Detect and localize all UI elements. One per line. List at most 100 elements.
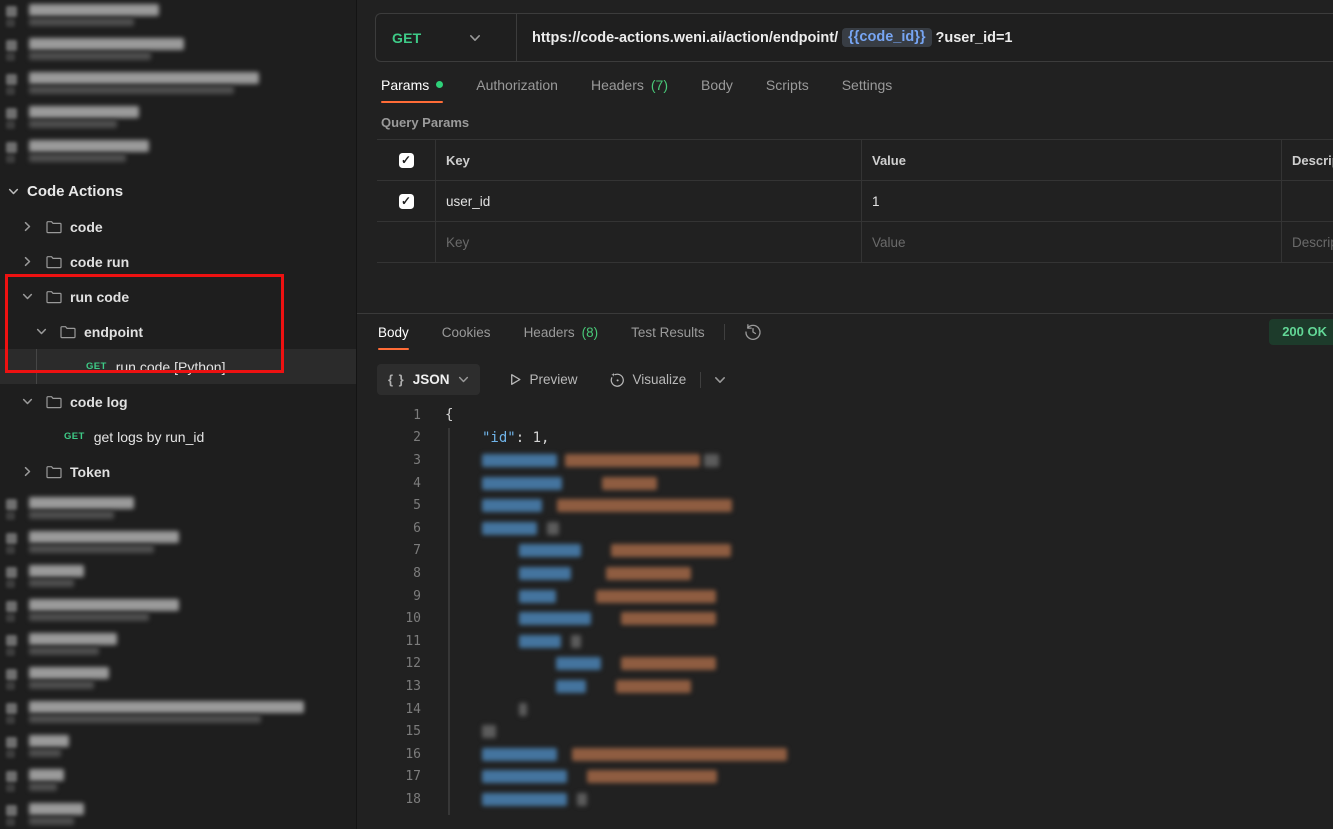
redacted-json-segment	[519, 635, 561, 648]
chevron-down-icon[interactable]	[714, 374, 726, 386]
param-value-cell[interactable]: 1	[861, 181, 1281, 221]
play-icon	[509, 373, 522, 386]
chevron-down-icon[interactable]	[36, 326, 47, 337]
response-json-viewer[interactable]: 1{2"id": 1,3456789101112131415161718	[357, 404, 1333, 815]
column-header-key: Key	[435, 140, 861, 180]
chevron-right-icon[interactable]	[22, 256, 33, 267]
folder-endpoint[interactable]: endpoint	[0, 314, 356, 349]
redacted-json-segment	[482, 454, 557, 467]
tab-response-headers[interactable]: Headers (8)	[524, 314, 599, 350]
redacted-json-segment	[577, 793, 587, 806]
redacted-icon	[6, 108, 17, 119]
folder-icon	[60, 325, 76, 339]
param-description-cell[interactable]	[1281, 181, 1333, 221]
line-number: 3	[357, 453, 421, 468]
new-param-key-input[interactable]	[446, 235, 861, 250]
folder-code[interactable]: code	[0, 209, 356, 244]
response-history-icon[interactable]	[744, 323, 762, 341]
response-json-line: 14	[357, 698, 1333, 721]
tab-authorization[interactable]: Authorization	[476, 66, 558, 103]
format-dropdown[interactable]: { } JSON	[377, 364, 480, 395]
redacted-collection-item[interactable]	[4, 565, 356, 599]
chevron-down-icon	[458, 374, 469, 385]
chevron-down-icon[interactable]	[22, 291, 33, 302]
request-run-code-python[interactable]: GET run code [Python]	[0, 349, 356, 384]
folder-code-run[interactable]: code run	[0, 244, 356, 279]
line-number: 14	[357, 702, 421, 717]
tab-label: Headers	[524, 325, 575, 340]
redacted-collection-item[interactable]	[4, 4, 356, 38]
chevron-down-icon[interactable]	[22, 396, 33, 407]
tab-label: Headers	[591, 77, 644, 93]
redacted-collection-item[interactable]	[4, 531, 356, 565]
folder-label: code run	[70, 254, 129, 270]
tab-label: Test Results	[631, 325, 705, 340]
redacted-collection-item[interactable]	[4, 803, 356, 829]
chevron-down-icon[interactable]	[8, 186, 19, 197]
new-param-value-input[interactable]	[872, 235, 1281, 250]
preview-button[interactable]: Preview	[509, 372, 578, 387]
tab-response-cookies[interactable]: Cookies	[442, 314, 491, 350]
redacted-collection-item[interactable]	[4, 701, 356, 735]
redacted-collection-item[interactable]	[4, 72, 356, 106]
redacted-collection-item[interactable]	[4, 38, 356, 72]
param-key-cell[interactable]: user_id	[435, 181, 861, 221]
response-json-line: 13	[357, 675, 1333, 698]
redacted-icon	[6, 635, 17, 646]
braces-icon: { }	[388, 372, 405, 387]
tab-scripts[interactable]: Scripts	[766, 66, 809, 103]
tab-body[interactable]: Body	[701, 66, 733, 103]
redacted-json-segment	[519, 567, 571, 580]
chevron-right-icon[interactable]	[22, 466, 33, 477]
chevron-right-icon[interactable]	[22, 221, 33, 232]
response-toolbar: { } JSON Preview Visualize	[377, 364, 1333, 395]
redacted-json-segment	[596, 590, 716, 603]
method-badge: GET	[64, 431, 85, 442]
response-json-line: 2"id": 1,	[357, 427, 1333, 450]
response-json-line: 15	[357, 720, 1333, 743]
redacted-collection-item[interactable]	[4, 769, 356, 803]
redacted-collection-item[interactable]	[4, 599, 356, 633]
redacted-icon	[6, 40, 17, 51]
tab-test-results[interactable]: Test Results	[631, 314, 705, 350]
row-checkbox[interactable]: ✓	[399, 194, 414, 209]
response-json-line: 18	[357, 788, 1333, 811]
redacted-json-segment	[616, 680, 691, 693]
format-label: JSON	[413, 372, 450, 387]
redacted-collection-item[interactable]	[4, 497, 356, 531]
redacted-collection-item[interactable]	[4, 667, 356, 701]
redacted-icon	[6, 601, 17, 612]
tab-params[interactable]: Params	[381, 66, 443, 103]
url-input[interactable]: https://code-actions.weni.ai/action/endp…	[532, 28, 1012, 47]
folder-icon	[46, 220, 62, 234]
folder-token[interactable]: Token	[0, 454, 356, 489]
redacted-json-segment	[482, 499, 542, 512]
new-param-description-input[interactable]	[1292, 235, 1333, 250]
tab-label: Authorization	[476, 77, 558, 93]
tab-settings[interactable]: Settings	[842, 66, 893, 103]
collections-sidebar: Code Actions code code run	[0, 0, 357, 829]
redacted-json-segment	[519, 612, 591, 625]
request-label: run code [Python]	[116, 359, 226, 375]
redacted-icon	[6, 533, 17, 544]
tab-response-body[interactable]: Body	[378, 314, 409, 350]
tab-headers[interactable]: Headers (7)	[591, 66, 668, 103]
request-get-logs-by-run-id[interactable]: GET get logs by run_id	[0, 419, 356, 454]
redacted-collection-item[interactable]	[4, 633, 356, 667]
redacted-collection-item[interactable]	[4, 106, 356, 140]
folder-code-log[interactable]: code log	[0, 384, 356, 419]
select-all-checkbox[interactable]: ✓	[399, 153, 414, 168]
folder-run-code[interactable]: run code	[0, 279, 356, 314]
redacted-collection-item[interactable]	[4, 140, 356, 174]
redacted-collection-item[interactable]	[4, 735, 356, 769]
redacted-icon	[6, 567, 17, 578]
collection-code-actions[interactable]: Code Actions	[0, 174, 356, 209]
redacted-json-segment	[556, 657, 601, 670]
visualize-button[interactable]: Visualize	[609, 372, 687, 388]
redacted-json-segment	[519, 590, 556, 603]
redacted-icon	[6, 703, 17, 714]
divider	[724, 324, 725, 340]
app-root: Code Actions code code run	[0, 0, 1333, 829]
url-variable-chip[interactable]: {{code_id}}	[842, 28, 931, 47]
method-dropdown[interactable]: GET	[376, 14, 516, 61]
